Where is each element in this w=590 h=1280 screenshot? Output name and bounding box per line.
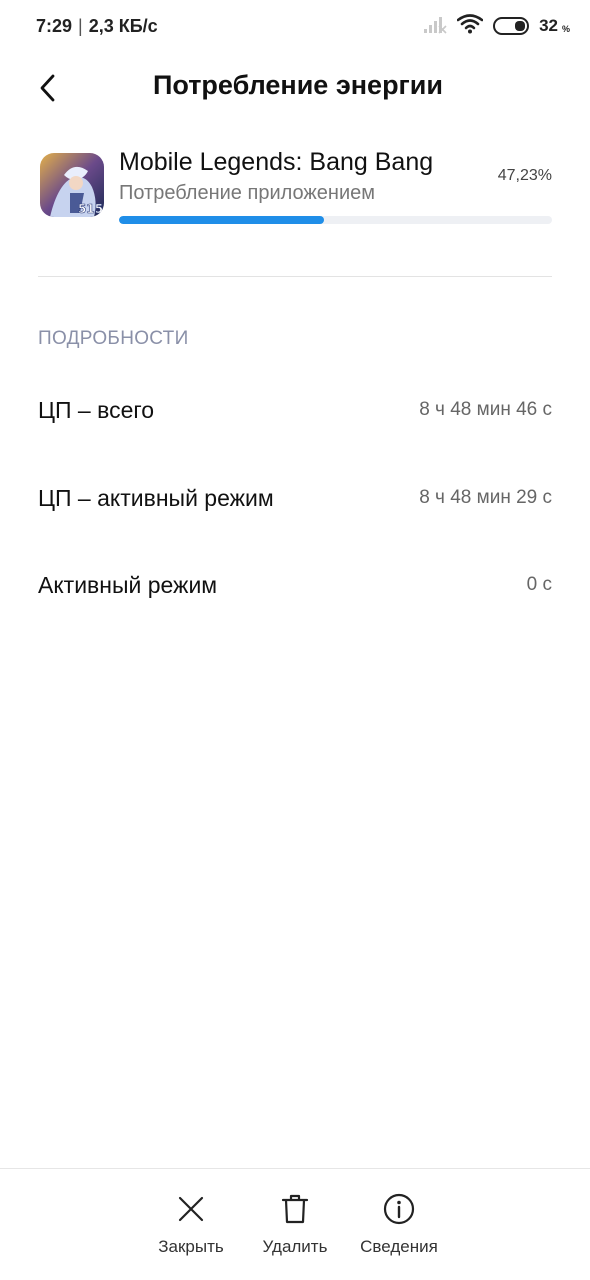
status-right: 32 % (423, 13, 570, 39)
status-separator: | (78, 15, 83, 36)
close-label: Закрыть (158, 1237, 224, 1256)
network-speed: 2,3 КБ/с (88, 15, 158, 36)
detail-value: 0 с (526, 574, 552, 595)
detail-value: 8 ч 48 мин 46 с (419, 399, 552, 420)
signal-icon (423, 14, 447, 39)
divider (38, 276, 552, 277)
battery-unit: % (561, 24, 570, 34)
delete-label: Удалить (262, 1237, 328, 1256)
detail-label: ЦП – всего (38, 396, 155, 423)
close-button[interactable]: Закрыть (141, 1191, 241, 1257)
header: Потребление энергии (0, 52, 590, 124)
info-icon (381, 1191, 417, 1227)
status-bar: 7:29 | 2,3 КБ/с 32 % (0, 0, 590, 52)
trash-icon (277, 1191, 313, 1227)
detail-value: 8 ч 48 мин 29 с (419, 487, 552, 508)
wifi-icon (456, 13, 484, 39)
status-left: 7:29 | 2,3 КБ/с (36, 16, 158, 37)
battery-usage-screen: 7:29 | 2,3 КБ/с 32 % Потребление энергии… (0, 0, 590, 1280)
detail-label: ЦП – активный режим (38, 484, 274, 511)
details-section-title: ПОДРОБНОСТИ (38, 328, 189, 349)
detail-row-cpu-active: ЦП – активный режим 8 ч 48 мин 29 с (38, 478, 552, 518)
bottom-toolbar: Закрыть Удалить Сведения (0, 1169, 590, 1280)
battery-level: 32 (539, 16, 558, 35)
detail-row-active-mode: Активный режим 0 с (38, 565, 552, 605)
page-title: Потребление энергии (152, 70, 443, 100)
battery-fill (515, 21, 526, 31)
info-button[interactable]: Сведения (349, 1191, 449, 1257)
svg-text:515: 515 (78, 202, 103, 216)
battery-icon (493, 17, 530, 35)
status-time: 7:29 (36, 15, 73, 36)
detail-label: Активный режим (38, 571, 218, 598)
app-name: Mobile Legends: Bang Bang (119, 148, 434, 176)
app-icon: 515 (40, 153, 104, 217)
usage-percent: 47,23% (497, 167, 552, 184)
close-icon (173, 1191, 209, 1227)
info-label: Сведения (360, 1237, 438, 1256)
delete-button[interactable]: Удалить (245, 1191, 345, 1257)
detail-row-cpu-total: ЦП – всего 8 ч 48 мин 46 с (38, 390, 552, 430)
usage-progress-bar (119, 216, 552, 224)
usage-progress-fill (119, 216, 324, 224)
app-usage-card: 515 Mobile Legends: Bang Bang Потреблени… (38, 140, 552, 250)
app-subtitle: Потребление приложением (119, 182, 375, 204)
